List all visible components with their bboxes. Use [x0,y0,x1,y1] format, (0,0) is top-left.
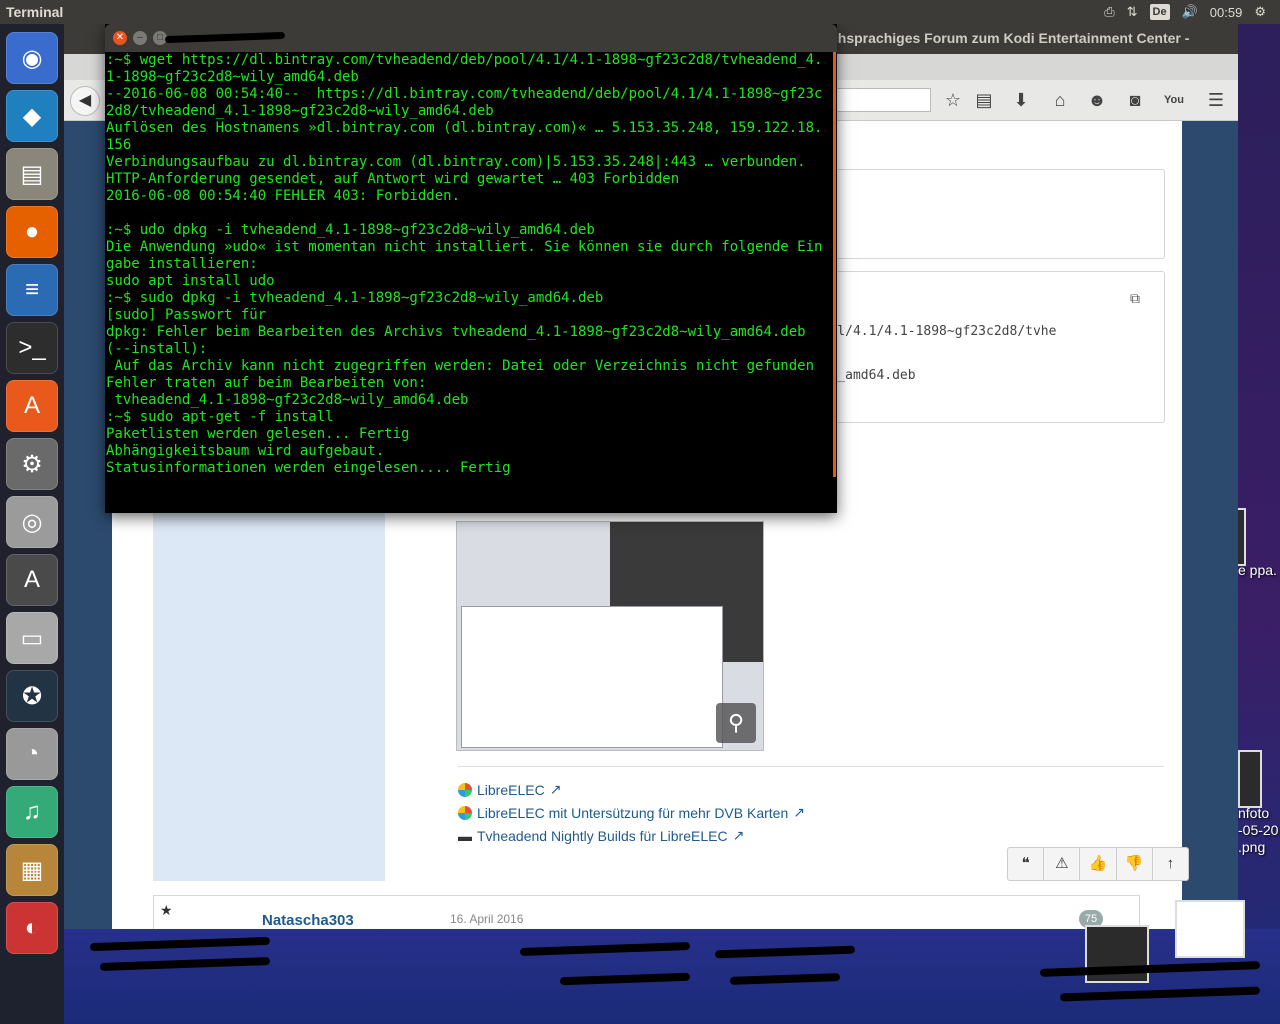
terminal-line: :~$ sudo apt-get -f install [106,409,334,425]
terminal-line: [sudo] Passwort für [106,307,267,323]
launcher-archive-icon[interactable]: ▦ [6,844,58,896]
link-label: Tvheadend Nightly Builds für LibreELEC [477,827,728,844]
terminal-line: Auf das Archiv kann nicht zugegriffen we… [106,358,815,374]
libreelec-icon [458,805,472,820]
quote-button[interactable]: ❝ [1008,848,1045,880]
reading-list-icon[interactable]: ▤ [972,88,996,112]
launcher-disk-icon[interactable]: ▭ [6,612,58,664]
terminal-line: dpkg: Fehler beim Bearbeiten des Archivs… [106,324,815,357]
external-link-icon: ↗ [549,781,562,797]
thumbnail-dialog [461,606,723,748]
speaker-icon[interactable]: 🔊 [1182,4,1198,20]
link-tvheadend-nightly[interactable]: ▬ Tvheadend Nightly Builds für LibreELEC… [458,827,744,844]
url-input[interactable] [833,88,931,112]
terminal-line: tvheadend_4.1-1898~gf23c2d8~wily_amd64.d… [106,392,469,408]
link-libreelec-dvb[interactable]: LibreELEC mit Untersützung für mehr DVB … [458,804,805,821]
code-box: ⧉ /pool/4.1/4.1-1898~gf23c2d8/tvhe wily_… [805,271,1165,423]
desktop-file-icon[interactable] [1175,900,1245,958]
launcher: ◉ ◆ ▤ ● ≡ >_ A ⚙ ◎ A ▭ ✪ ◔ ♫ ▦ ◐ [0,24,64,1024]
download-icon[interactable]: ⬇ [1009,88,1033,112]
terminal-line: :~$ wget https://dl.bintray.com/tvheaden… [106,52,823,85]
keyboard-layout-indicator[interactable]: De [1149,4,1170,20]
dislike-button[interactable]: 👎 [1117,848,1153,880]
code-line-1: /pool/4.1/4.1-1898~gf23c2d8/tvhe [806,324,1057,339]
terminal-line: --2016-06-08 00:54:40-- https://dl.bintr… [106,86,823,119]
desktop-label[interactable]: e ppa. [1238,562,1277,578]
launcher-firefox-icon[interactable]: ● [6,206,58,258]
active-app-title: Terminal [6,4,64,20]
printer-icon[interactable]: ⎙ [1104,4,1114,20]
terminal-line: Die Anwendung »udo« ist momentan nicht i… [106,239,823,272]
terminal-titlebar[interactable]: ✕ – □ [105,24,837,52]
youtube-icon[interactable]: You [1162,88,1186,112]
gear-icon[interactable]: ⚙ [1254,4,1266,20]
zoom-icon[interactable]: ⚲ [716,703,756,743]
post-date: 16. April 2016 [450,912,524,926]
folder-icon: ▬ [458,827,472,844]
terminal-line: Verbindungsaufbau zu dl.bintray.com (dl.… [106,154,806,170]
terminal-output[interactable]: :~$ wget https://dl.bintray.com/tvheaden… [105,52,832,513]
top-panel: Terminal ⎙ ⇅ De 🔊 00:59 ⚙ [0,0,1280,24]
terminal-line: Abhängigkeitsbaum wird aufgebaut. [106,443,385,459]
launcher-terminal-icon[interactable]: >_ [6,322,58,374]
launcher-ubuntu-dash-icon[interactable]: ◉ [6,32,58,84]
launcher-libreoffice-writer-icon[interactable]: ≡ [6,264,58,316]
launcher-camera-icon[interactable]: ◎ [6,496,58,548]
home-icon[interactable]: ⌂ [1048,88,1072,112]
close-icon[interactable]: ✕ [113,31,127,45]
terminal-line: :~$ udo dpkg -i tvheadend_4.1-1898~gf23c… [106,222,595,238]
scroll-top-button[interactable]: ↑ [1153,848,1188,880]
redaction-scribble [164,31,286,44]
report-button[interactable]: ⚠ [1044,848,1081,880]
back-button[interactable]: ◀ [70,86,100,116]
terminal-window[interactable]: ✕ – □ :~$ wget https://dl.bintray.com/tv… [105,24,837,513]
terminal-line: Paketlisten werden gelesen... Fertig [106,426,410,442]
desktop-label[interactable]: .png [1238,839,1265,855]
launcher-music-app-icon[interactable]: ♫ [6,786,58,838]
divider [458,766,1164,767]
terminal-line: :~$ sudo dpkg -i tvheadend_4.1-1898~gf23… [106,290,604,306]
launcher-system-settings-icon[interactable]: ⚙ [6,438,58,490]
launcher-orb-app-icon[interactable]: ✪ [6,670,58,722]
link-label: LibreELEC mit Untersützung für mehr DVB … [477,804,789,821]
external-link-icon: ↗ [793,804,805,820]
terminal-line: Statusinformationen werden eingelesen...… [106,460,511,476]
terminal-line: 2016-06-08 00:54:40 FEHLER 403: Forbidde… [106,188,461,204]
post-action-bar: ❝ ⚠ 👍 👎 ↑ [1007,847,1189,881]
browser-title: chsprachiges Forum zum Kodi Entertainmen… [830,30,1190,46]
launcher-disk-usage-icon[interactable]: ◔ [6,728,58,780]
desktop-label[interactable]: -05-20 [1238,822,1278,838]
pocket-icon[interactable]: ◙ [1123,88,1147,112]
terminal-line: Auflösen des Hostnamens »dl.bintray.com … [106,120,823,153]
terminal-line: HTTP-Anforderung gesendet, auf Antwort w… [106,171,680,187]
launcher-software-center-icon[interactable]: A [6,380,58,432]
star-icon[interactable]: ☆ [941,88,965,112]
post-author[interactable]: Natascha303 [262,912,354,929]
quote-box [805,169,1165,259]
next-post: ★ Natascha303 16. April 2016 75 [153,895,1140,929]
launcher-kodi-icon[interactable]: ◆ [6,90,58,142]
copy-icon[interactable]: ⧉ [1130,290,1140,307]
desktop-label[interactable]: nfoto [1238,805,1269,821]
desktop-file-icon[interactable] [1238,750,1262,808]
smiley-icon[interactable]: ☻ [1085,88,1109,112]
terminal-scrollbar[interactable] [833,52,836,477]
minimize-icon[interactable]: – [133,31,147,45]
star-icon[interactable]: ★ [160,902,173,919]
like-button[interactable]: 👍 [1080,848,1117,880]
libreelec-icon [458,782,472,797]
menu-icon[interactable]: ☰ [1204,88,1228,112]
network-arrows-icon[interactable]: ⇅ [1127,4,1138,20]
terminal-line: Fehler traten auf beim Bearbeiten von: [106,375,427,391]
panel-indicators: ⎙ ⇅ De 🔊 00:59 ⚙ [1104,4,1266,20]
launcher-files-icon[interactable]: ▤ [6,148,58,200]
launcher-software-updater-icon[interactable]: A [6,554,58,606]
link-label: LibreELEC [477,781,545,798]
external-link-icon: ↗ [732,827,745,843]
link-libreelec[interactable]: LibreELEC ↗ [458,781,561,798]
terminal-line: sudo apt install udo [106,273,275,289]
launcher-misc-app-icon[interactable]: ◐ [6,902,58,954]
clock[interactable]: 00:59 [1210,5,1243,20]
